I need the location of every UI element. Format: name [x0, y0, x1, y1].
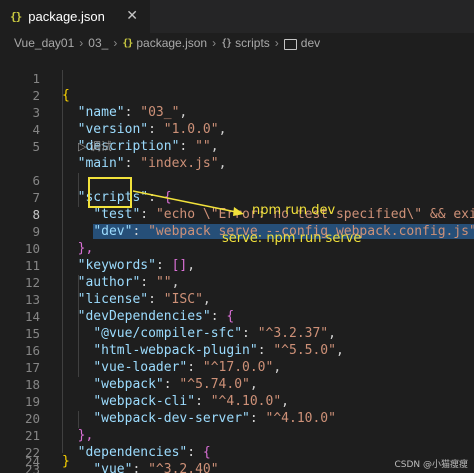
code-line: 20 },: [0, 393, 474, 443]
watermark: CSDN @小猫瘦瘦: [394, 460, 468, 470]
npm-run-dev-annotation: npm run dev: [252, 203, 336, 218]
object-braces-icon: {}: [221, 37, 232, 49]
code-line: 16 "vue-loader": "^17.0.0",: [0, 325, 474, 375]
debug-codelens[interactable]: ▷ 调试: [78, 138, 112, 155]
code-line: 13 "devDependencies": {: [0, 274, 474, 324]
code-line: 4 "description": "",: [0, 104, 474, 154]
serve-annotation: serve: npm run serve: [222, 231, 362, 246]
code-line: 21 "dependencies": {: [0, 410, 474, 460]
breadcrumb-item-subfolder[interactable]: 03_: [88, 36, 108, 50]
chevron-right-icon: ›: [212, 36, 217, 50]
editor-window: {} package.json ✕ Vue_day01 › 03_ › {} p…: [0, 0, 474, 473]
chevron-right-icon: ›: [274, 36, 279, 50]
code-line: 12 "license": "ISC",: [0, 257, 474, 307]
line-number: 24: [24, 454, 40, 469]
close-icon[interactable]: ✕: [126, 8, 138, 24]
chevron-right-icon: ›: [79, 36, 84, 50]
arrow-icon: [132, 190, 244, 216]
breadcrumb-item-folder[interactable]: Vue_day01: [14, 36, 74, 50]
dev-key-highlight-box: [88, 177, 132, 208]
tab-bar: {} package.json ✕: [0, 0, 474, 33]
brace: }: [62, 454, 70, 469]
json-value: "": [195, 139, 211, 154]
chevron-right-icon: ›: [113, 36, 118, 50]
breadcrumb-item-scripts[interactable]: scripts: [235, 36, 270, 50]
code-line: 6 "scripts": {: [0, 155, 474, 205]
code-line: 15 "html-webpack-plugin": "^5.5.0",: [0, 308, 474, 358]
breadcrumb-item-dev[interactable]: dev: [301, 36, 320, 50]
breadcrumb: Vue_day01 › 03_ › {} package.json › {} s…: [0, 33, 474, 53]
code-line: 3 "version": "1.0.0",: [0, 87, 474, 137]
json-braces-icon: {}: [10, 10, 22, 23]
json-braces-icon: {}: [122, 37, 133, 49]
breadcrumb-item-file[interactable]: package.json: [136, 36, 207, 50]
code-line: 2 "name": "03_",: [0, 70, 474, 120]
code-line: 19 "webpack-dev-server": "^4.10.0": [0, 376, 474, 426]
code-line: 14 "@vue/compiler-sfc": "^3.2.37",: [0, 291, 474, 341]
tab-package-json[interactable]: {} package.json ✕: [0, 0, 150, 33]
line-number: 5: [32, 139, 40, 154]
code-line: 5 "main": "index.js",: [0, 121, 474, 171]
tab-label: package.json: [28, 9, 105, 24]
code-line: 18 "webpack-cli": "^4.10.0",: [0, 359, 474, 409]
code-line: 1 {: [0, 53, 474, 103]
code-line: 22 "vue": "^3.2.40": [0, 427, 474, 473]
code-editor[interactable]: 1 { 2 "name": "03_", 3 "version": "1.0.0…: [0, 53, 474, 473]
code-line: 17 "webpack": "^5.74.0",: [0, 342, 474, 392]
string-property-icon: [283, 38, 297, 50]
